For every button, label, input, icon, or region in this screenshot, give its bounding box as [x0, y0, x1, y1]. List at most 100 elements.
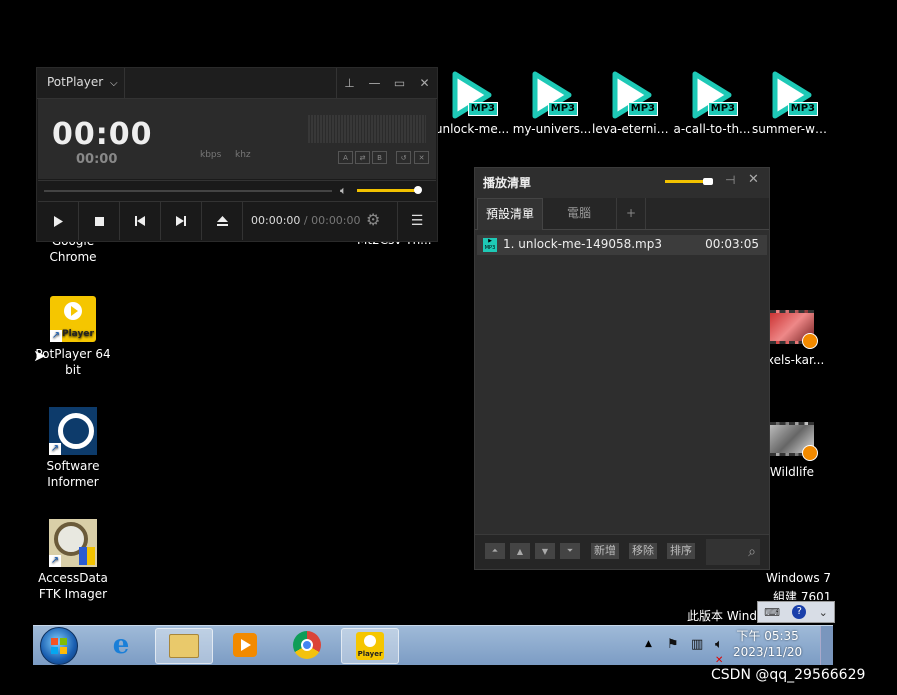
mp3-file-icon: ▶ MP3	[483, 238, 497, 252]
ab-repeat-a-button[interactable]: A	[338, 151, 353, 164]
pin-button[interactable]: ⊥	[337, 68, 362, 98]
next-button[interactable]	[161, 202, 202, 240]
minimize-icon: —	[368, 76, 381, 90]
mp3-badge: MP3	[627, 102, 658, 116]
current-timecode: 00:00:00	[251, 214, 301, 227]
volume-muted-icon[interactable]: 🔈︎✕	[715, 637, 723, 667]
player-titlebar[interactable]: PotPlayer ⌵ ⊥ — ▭ ✕	[37, 68, 437, 99]
desktop-icon-label: Software	[46, 459, 100, 473]
app-name: PotPlayer	[47, 75, 104, 89]
stop-button[interactable]	[79, 202, 120, 240]
taskbar-chrome[interactable]	[279, 628, 335, 662]
total-timecode: 00:00:00	[311, 214, 361, 227]
player-display: 00:00 00:00 kbps khz A ⇄ B ↺ ✕	[38, 99, 436, 179]
seek-row: 🔈︎	[38, 180, 436, 202]
network-icon[interactable]: ▥	[691, 637, 703, 652]
video-thumbnail-icon	[770, 310, 818, 349]
show-desktop-button[interactable]	[820, 626, 833, 665]
desktop-mp3-file[interactable]: MP3 a-call-to-th...	[672, 70, 752, 136]
potplayer-window: PotPlayer ⌵ ⊥ — ▭ ✕ 00:00 00:00 kbps khz…	[36, 67, 438, 242]
clock[interactable]: 下午 05:35 2023/11/20	[733, 628, 802, 660]
language-bar[interactable]: ⌨ ? ⌄	[757, 601, 835, 623]
help-icon: ?	[792, 605, 807, 619]
action-center-flag-icon[interactable]: ⚑	[667, 637, 679, 652]
desktop-icon-software-informer[interactable]: ↗ Software Informer	[33, 407, 113, 490]
timecode: 00:00:00 / 00:00:00	[251, 214, 361, 227]
playlist-item-duration: 00:03:05	[705, 237, 759, 251]
app-menu-button[interactable]: PotPlayer ⌵	[47, 75, 118, 89]
desktop-icon-label: Informer	[47, 475, 99, 489]
loop-button[interactable]: ↺	[396, 151, 411, 164]
internet-explorer-icon: e	[112, 630, 130, 660]
search-icon[interactable]: ⌕	[706, 539, 760, 565]
show-hidden-icons-button[interactable]: ▲	[645, 639, 652, 649]
chrome-icon	[293, 631, 321, 659]
chevron-down-icon: ⌵	[110, 78, 118, 89]
desktop-icon-label: AccessData	[38, 571, 108, 585]
tab-computer[interactable]: 電腦	[542, 198, 617, 229]
move-down-button[interactable]: ▼	[535, 543, 555, 559]
mp3-badge: MP3	[547, 102, 578, 116]
desktop-mp3-file[interactable]: MP3 leva-eternit...	[592, 70, 672, 136]
ab-repeat-b-button[interactable]: B	[372, 151, 387, 164]
folder-icon	[169, 634, 199, 658]
mp3-badge: MP3	[707, 102, 738, 116]
desktop-icon-potplayer[interactable]: Player ↗ PotPlayer 64 bit	[33, 296, 113, 378]
playlist-item[interactable]: ▶ MP3 1. unlock-me-149058.mp3 00:03:05	[477, 235, 767, 255]
previous-button[interactable]	[120, 202, 161, 240]
media-player-icon	[233, 633, 257, 657]
potplayer-app-icon: Player ↗	[50, 296, 96, 342]
taskbar-media-player[interactable]	[217, 628, 273, 662]
volume-slider[interactable]	[357, 189, 419, 192]
maximize-button[interactable]: ▭	[387, 68, 412, 98]
shortcut-arrow-icon: ↗	[50, 330, 62, 342]
move-up-icon: ▲	[516, 546, 524, 556]
clock-time: 下午 05:35	[736, 629, 799, 643]
taskbar-explorer[interactable]	[155, 628, 213, 664]
eject-icon	[216, 216, 228, 226]
options-icon: ⌄	[818, 605, 828, 619]
move-bottom-button[interactable]: ⏷	[560, 543, 580, 559]
desktop-mp3-file[interactable]: MP3 my-univers...	[512, 70, 592, 136]
taskbar-potplayer[interactable]: Player	[341, 628, 399, 664]
eject-button[interactable]	[202, 202, 243, 240]
windows-watermark-line2: 組建 7601	[773, 590, 832, 600]
bitrate-label: kbps	[200, 150, 222, 160]
move-down-icon: ▼	[541, 546, 549, 556]
desktop-icon-ftk-imager[interactable]: ↗ AccessData FTK Imager	[33, 519, 113, 602]
move-up-button[interactable]: ▲	[510, 543, 530, 559]
ab-repeat-icon[interactable]: ⇄	[355, 151, 370, 164]
mp3-file-label: leva-eternit...	[592, 122, 672, 136]
stop-icon	[94, 216, 104, 226]
taskbar-ie[interactable]: e	[93, 628, 149, 662]
play-button[interactable]	[38, 202, 79, 240]
playlist-volume-handle[interactable]	[703, 178, 713, 185]
volume-slider-handle[interactable]	[414, 186, 423, 194]
desktop-mp3-file[interactable]: MP3 unlock-me...	[432, 70, 512, 136]
seek-bar[interactable]	[44, 190, 332, 192]
sort-button[interactable]: 排序	[667, 543, 695, 559]
samplerate-label: khz	[235, 150, 251, 160]
start-button[interactable]	[40, 627, 78, 665]
next-icon	[176, 216, 186, 226]
desktop-mp3-file[interactable]: MP3 summer-wa...	[752, 70, 832, 136]
remove-button[interactable]: 移除	[629, 543, 657, 559]
hamburger-menu-icon[interactable]: ☰	[397, 202, 436, 240]
tab-add[interactable]: +	[617, 198, 646, 229]
mp3-badge: MP3	[787, 102, 818, 116]
elapsed-time: 00:00	[52, 117, 153, 152]
move-top-button[interactable]: ⏶	[485, 543, 505, 559]
speaker-icon[interactable]: 🔈︎	[340, 184, 347, 198]
timecode-separator: /	[300, 214, 312, 227]
windows-watermark-line1: Windows 7	[766, 571, 832, 585]
minimize-button[interactable]: —	[362, 68, 387, 98]
shuffle-button[interactable]: ✕	[414, 151, 429, 164]
settings-gear-icon[interactable]: ⚙	[366, 210, 380, 229]
close-button[interactable]: ✕	[412, 68, 437, 98]
taskbar: e Player ▲ ⚑ ▥ 🔈︎✕ 下午 05:35 2023/11/20	[33, 625, 833, 667]
add-button[interactable]: 新增	[591, 543, 619, 559]
move-bottom-icon: ⏷	[566, 546, 574, 555]
close-icon[interactable]: ✕	[748, 172, 759, 187]
pin-icon[interactable]: ⊣	[725, 173, 735, 187]
tab-default-playlist[interactable]: 預設清單	[477, 198, 543, 230]
